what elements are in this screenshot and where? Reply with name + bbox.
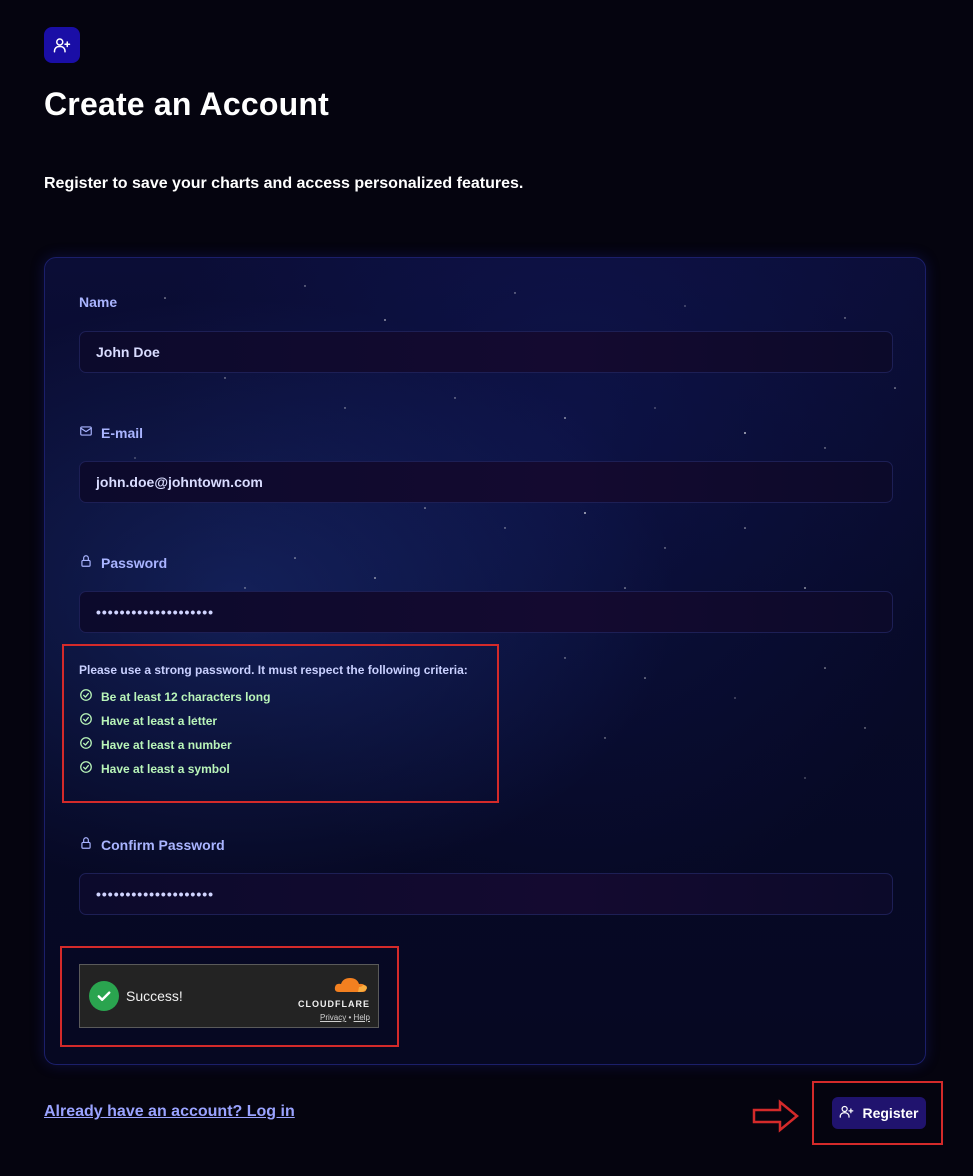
help-link[interactable]: Help [354, 1013, 370, 1022]
check-circle-icon [79, 688, 93, 705]
criteria-item-text: Have at least a number [101, 737, 232, 752]
confirm-password-label: Confirm Password [79, 836, 225, 853]
mail-icon [79, 424, 93, 441]
check-circle-icon [79, 736, 93, 753]
page-subtitle: Register to save your charts and access … [44, 175, 524, 192]
password-label-text: Password [101, 554, 168, 571]
link-separator: • [348, 1013, 352, 1022]
confirm-password-input[interactable]: •••••••••••••••••••• [79, 873, 893, 915]
success-check-icon [89, 981, 119, 1011]
password-criteria-title: Please use a strong password. It must re… [79, 663, 468, 677]
user-plus-icon [44, 27, 80, 63]
email-input-value: john.doe@johntown.com [96, 474, 263, 490]
captcha-links: Privacy • Help [320, 1013, 370, 1022]
register-button[interactable]: Register [832, 1097, 926, 1129]
criteria-item: Have at least a letter [79, 712, 217, 729]
lock-icon [79, 554, 93, 571]
criteria-item: Be at least 12 characters long [79, 688, 270, 705]
lock-icon [79, 836, 93, 853]
starfield-background [134, 285, 896, 779]
name-label: Name [79, 294, 117, 310]
check-circle-icon [79, 712, 93, 729]
captcha-status: Success! [126, 988, 183, 1004]
name-label-text: Name [79, 294, 118, 310]
register-page: Create an Account Register to save your … [0, 0, 973, 1176]
cloudflare-cloud-icon [332, 975, 370, 998]
name-input-value: John Doe [96, 344, 160, 360]
confirm-password-input-value: •••••••••••••••••••• [96, 886, 215, 902]
criteria-item: Have at least a symbol [79, 760, 230, 777]
criteria-item-text: Have at least a letter [101, 713, 218, 728]
password-input-value: •••••••••••••••••••• [96, 604, 215, 620]
confirm-password-label-text: Confirm Password [101, 836, 225, 853]
page-title: Create an Account [44, 86, 329, 122]
arrow-right-icon [752, 1099, 799, 1133]
register-form-card: Name John Doe E-mail john.doe@johntown.c… [44, 257, 926, 1065]
password-label: Password [79, 554, 167, 571]
privacy-link[interactable]: Privacy [320, 1013, 346, 1022]
login-link[interactable]: Already have an account? Log in [44, 1103, 295, 1121]
password-input[interactable]: •••••••••••••••••••• [79, 591, 893, 633]
cloudflare-captcha[interactable]: Success! CLOUDFLARE Privacy • Help [79, 964, 379, 1028]
criteria-item-text: Have at least a symbol [101, 761, 230, 776]
cloudflare-branding: CLOUDFLARE Privacy • Help [298, 975, 370, 1022]
email-input[interactable]: john.doe@johntown.com [79, 461, 893, 503]
cloudflare-wordmark: CLOUDFLARE [298, 999, 370, 1009]
email-label-text: E-mail [101, 424, 144, 441]
name-input[interactable]: John Doe [79, 331, 893, 373]
user-plus-icon [839, 1104, 854, 1122]
check-circle-icon [79, 760, 93, 777]
email-label: E-mail [79, 424, 143, 441]
register-button-label: Register [862, 1105, 919, 1121]
criteria-item-text: Be at least 12 characters long [101, 689, 271, 704]
criteria-item: Have at least a number [79, 736, 232, 753]
